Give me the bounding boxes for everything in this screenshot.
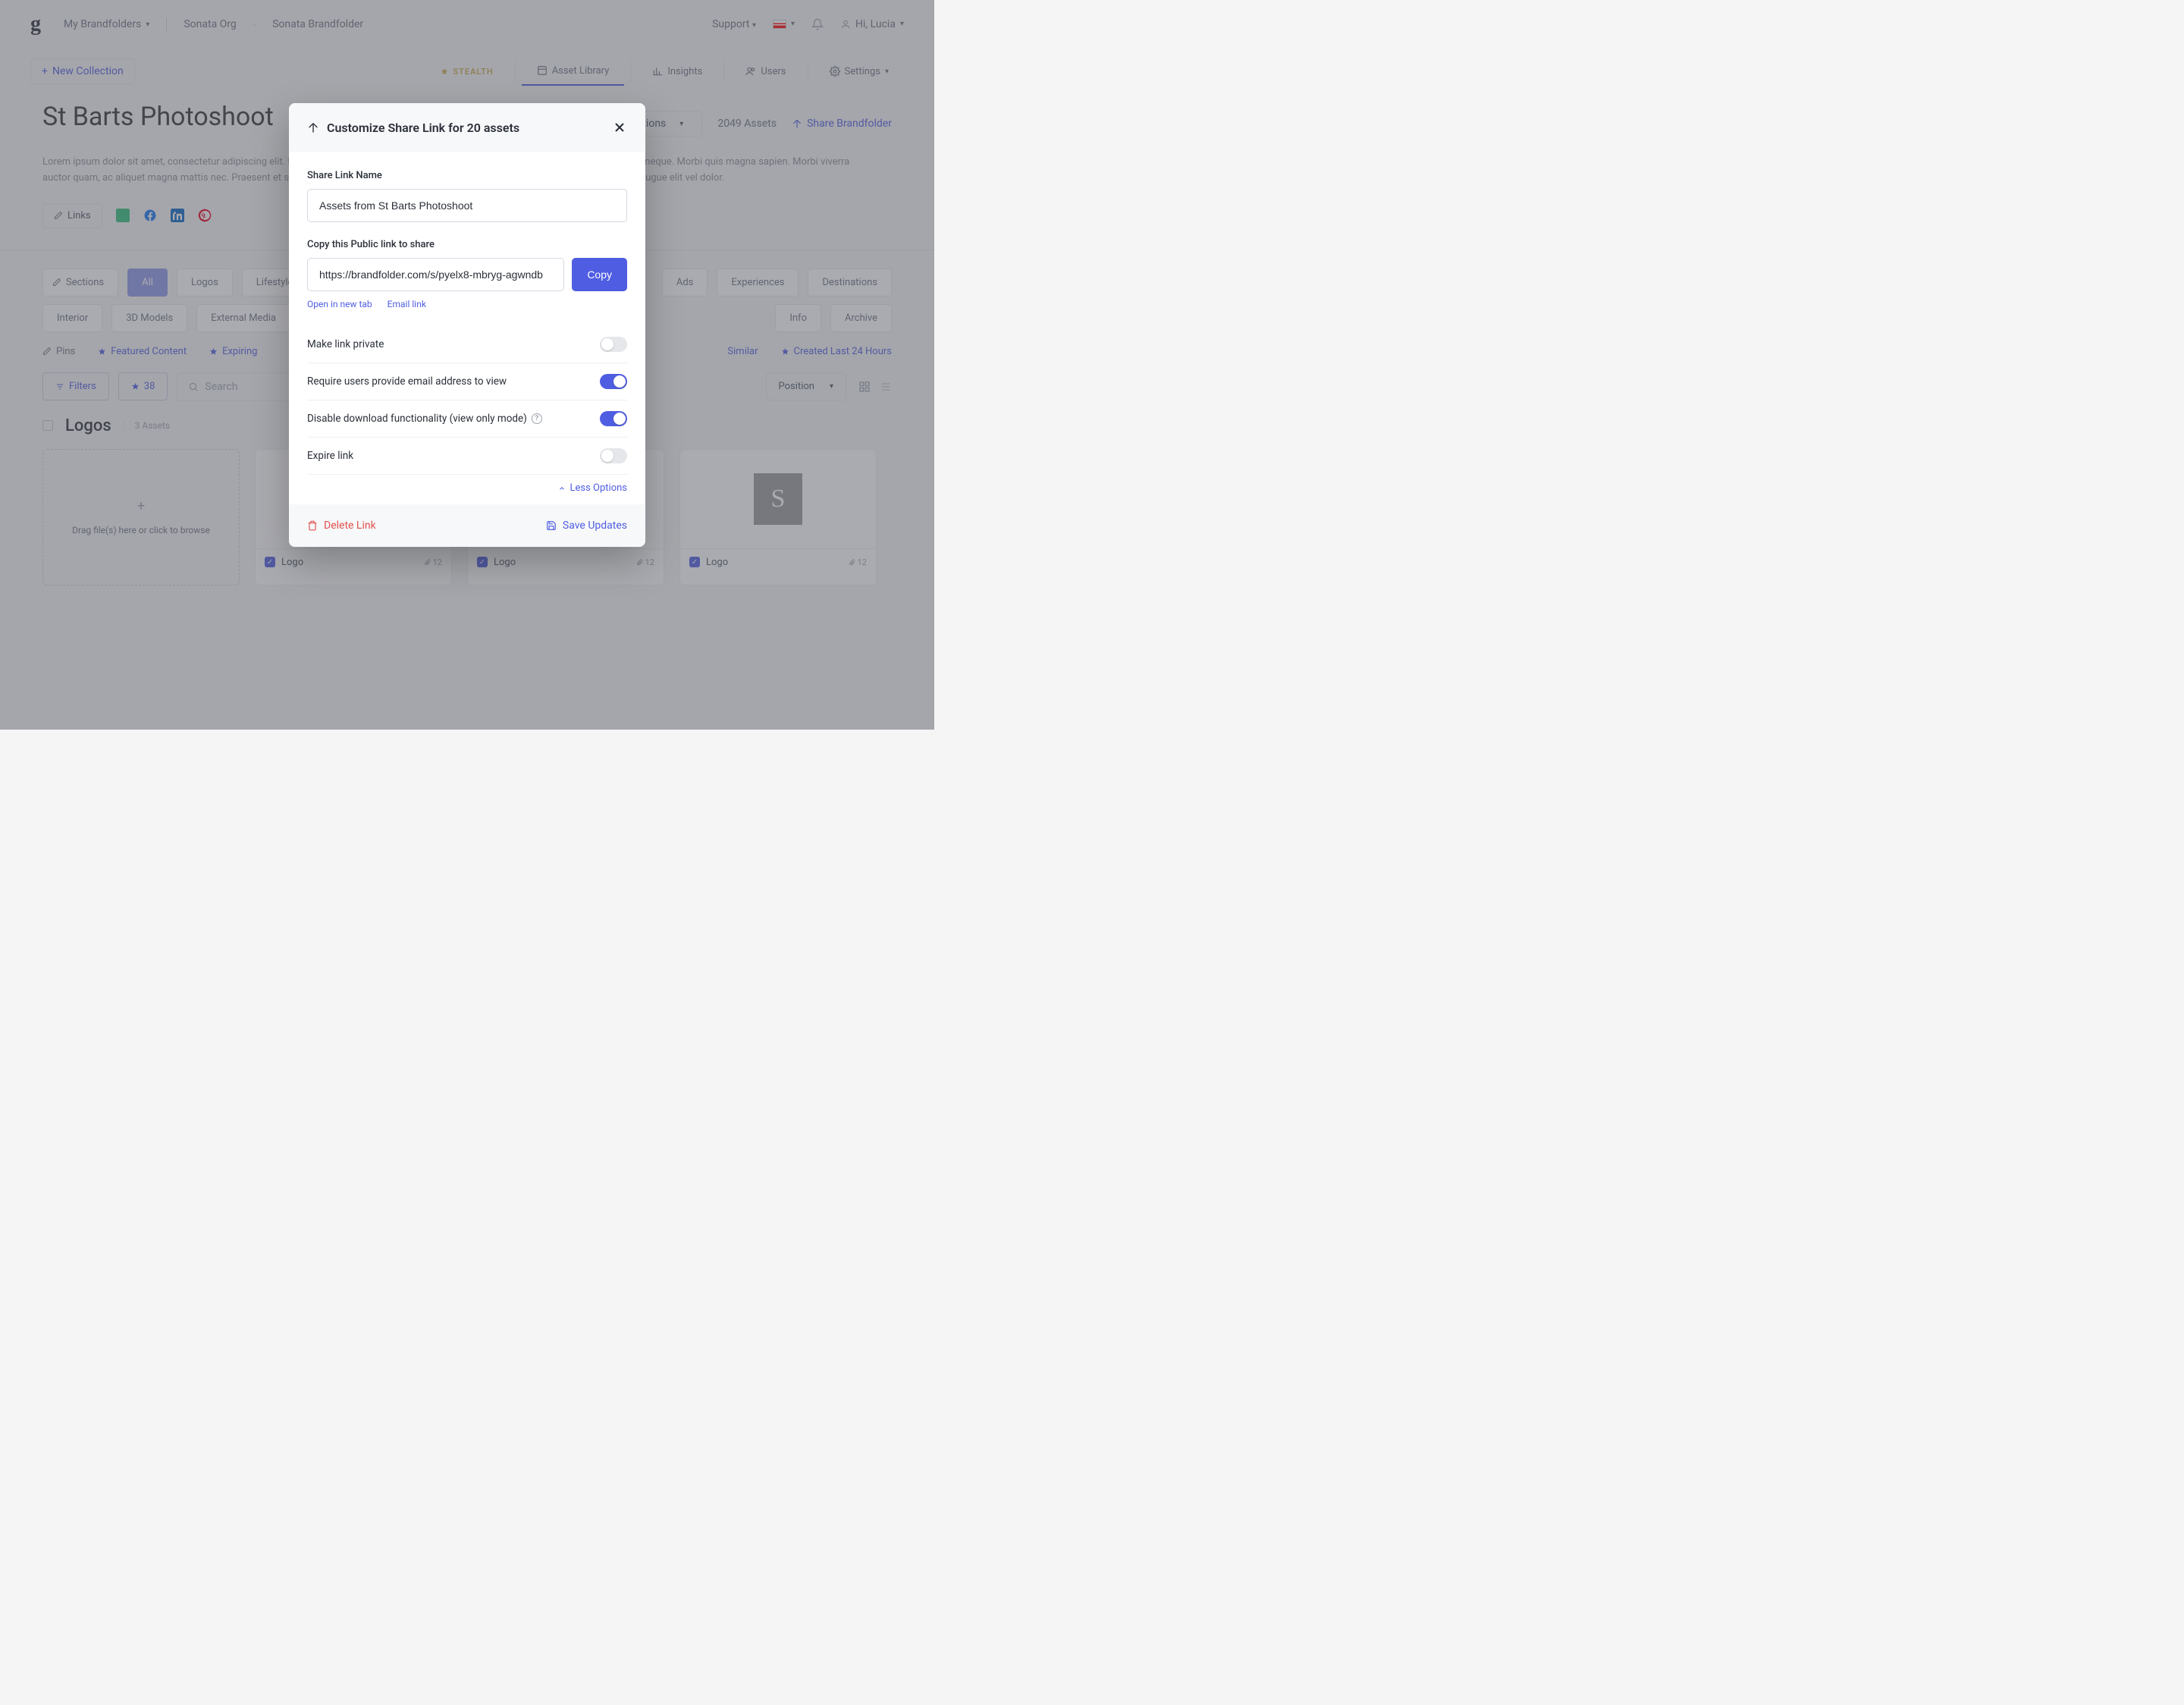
- toggle-require-email[interactable]: [600, 374, 627, 389]
- toggle-disable-download-label: Disable download functionality (view onl…: [307, 413, 542, 425]
- chevron-up-icon: [558, 485, 566, 492]
- open-new-tab-link[interactable]: Open in new tab: [307, 299, 372, 309]
- share-link-input[interactable]: [307, 258, 564, 291]
- modal-title: Customize Share Link for 20 assets: [327, 121, 519, 135]
- trash-icon: [307, 520, 318, 531]
- toggle-require-email-label: Require users provide email address to v…: [307, 375, 507, 388]
- copy-button[interactable]: Copy: [572, 258, 627, 291]
- toggle-private-label: Make link private: [307, 338, 384, 350]
- share-icon: [307, 121, 319, 133]
- delete-link-button[interactable]: Delete Link: [307, 520, 376, 532]
- save-updates-button[interactable]: Save Updates: [546, 520, 627, 532]
- email-link-link[interactable]: Email link: [388, 299, 426, 309]
- share-link-modal: Customize Share Link for 20 assets Share…: [289, 103, 645, 547]
- save-label: Save Updates: [563, 520, 627, 532]
- toggle-private[interactable]: [600, 337, 627, 352]
- toggle-expire-label: Expire link: [307, 450, 353, 462]
- share-name-input[interactable]: [307, 189, 627, 222]
- modal-backdrop[interactable]: Customize Share Link for 20 assets Share…: [0, 0, 934, 730]
- less-options-label: Less Options: [570, 482, 628, 494]
- save-icon: [546, 520, 557, 531]
- less-options-button[interactable]: Less Options: [558, 482, 628, 494]
- delete-label: Delete Link: [324, 520, 376, 532]
- toggle-expire[interactable]: [600, 448, 627, 463]
- close-icon[interactable]: [612, 120, 627, 135]
- help-icon[interactable]: ?: [532, 413, 542, 424]
- share-name-label: Share Link Name: [307, 170, 627, 181]
- share-link-label: Copy this Public link to share: [307, 239, 627, 250]
- toggle-disable-download[interactable]: [600, 411, 627, 426]
